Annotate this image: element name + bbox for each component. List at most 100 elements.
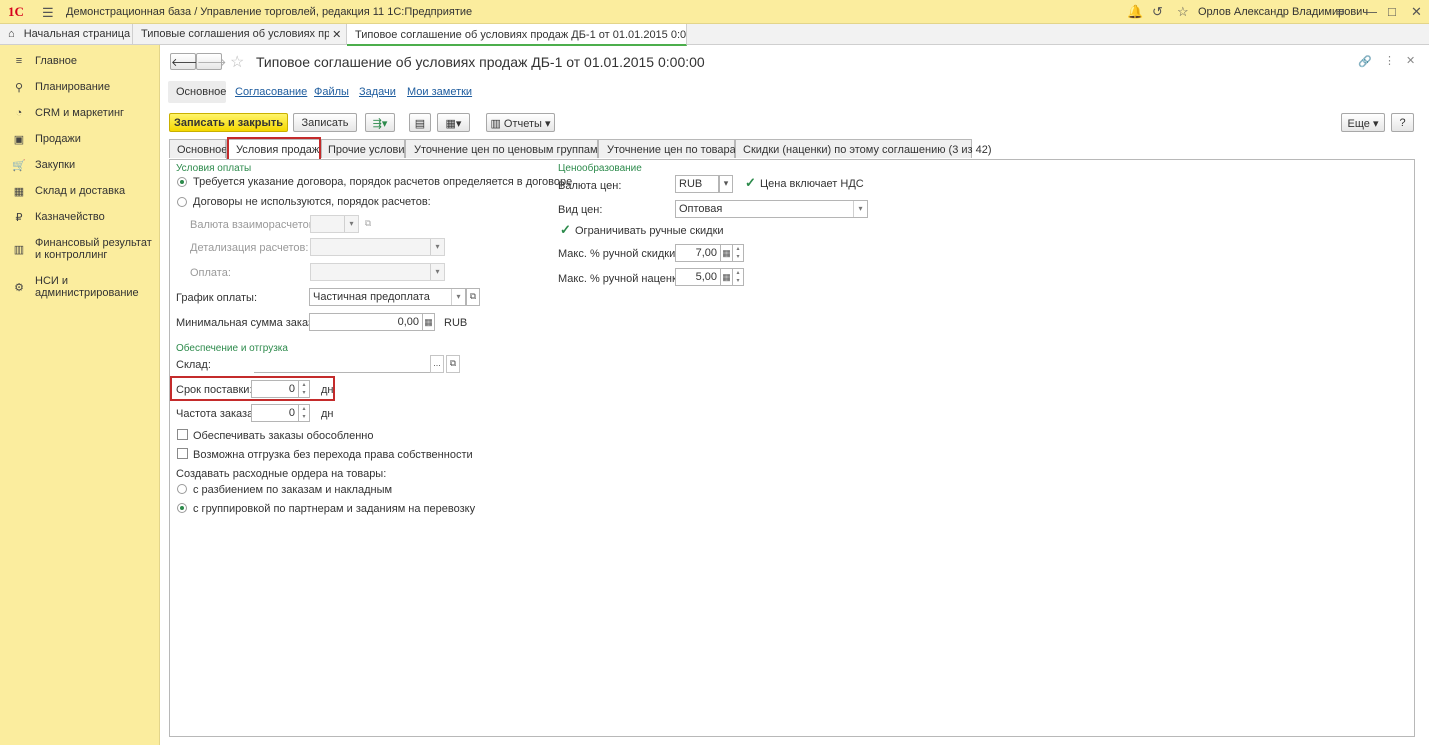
tab-main[interactable]: Основное	[169, 139, 227, 158]
checkbox-separate-orders[interactable]	[177, 429, 188, 440]
price-currency-label: Валюта цен:	[558, 180, 622, 192]
forward-button[interactable]: 🡒	[196, 53, 227, 70]
nav-link-main[interactable]: Основное	[176, 86, 226, 98]
close-window-icon[interactable]: ✕	[1411, 4, 1422, 20]
more-button[interactable]: Еще ▾	[1341, 113, 1385, 132]
radio-no-contract[interactable]	[177, 197, 187, 207]
min-order-currency: RUB	[444, 317, 468, 329]
open-icon[interactable]: ⧉	[361, 215, 375, 233]
calculator-icon[interactable]: ▦	[721, 244, 733, 262]
tab-discounts[interactable]: Скидки (наценки) по этому соглашению (3 …	[735, 139, 992, 158]
radio-group-orders[interactable]	[177, 503, 187, 513]
close-form-icon[interactable]: ✕	[1406, 54, 1415, 67]
settings-menu-icon[interactable]: ≡	[1337, 4, 1345, 19]
stepper-icon[interactable]: ▴ ▾	[299, 404, 310, 422]
max-discount-field[interactable]: 7,00	[675, 244, 721, 262]
sales-icon: ▣	[13, 134, 25, 146]
separate-orders-label: Обеспечивать заказы обособленно	[193, 430, 374, 442]
calculator-icon[interactable]: ▦	[721, 268, 733, 286]
nav-link-tasks[interactable]: Задачи	[359, 86, 396, 98]
dropdown-icon: ▾	[430, 264, 444, 280]
sidebar: ≡ Главное ⚲ Планирование ◔ CRM и маркети…	[0, 45, 160, 745]
form-area: 🡐 🡒 ☆ Типовое соглашение об условиях про…	[168, 45, 1429, 745]
dropdown-icon: ▾	[430, 239, 444, 255]
history-icon[interactable]: ↺	[1152, 4, 1163, 20]
planning-icon: ⚲	[14, 82, 24, 94]
document-icon[interactable]: ▤	[409, 113, 431, 132]
payment-schedule-label: График оплаты:	[176, 292, 258, 304]
price-type-field[interactable]: Оптовая ▾	[675, 200, 868, 218]
reports-icon: ▥	[490, 118, 501, 130]
star-icon[interactable]: ☆	[1177, 4, 1189, 20]
pie-chart-icon: ◔	[15, 107, 23, 119]
tab-other-terms[interactable]: Прочие условия	[321, 139, 410, 158]
warehouse-field[interactable]	[254, 355, 430, 373]
settlement-detail-field[interactable]: ▾	[310, 238, 445, 256]
tab-price-goods[interactable]: Уточнение цен по товарам	[598, 139, 743, 158]
payment-schedule-field[interactable]: Частичная предоплата ▾	[309, 288, 466, 306]
bell-icon[interactable]: 🔔	[1127, 4, 1143, 20]
home-icon: ⌂	[8, 28, 15, 40]
checkbox-limit-manual-discounts[interactable]: ✓	[560, 223, 571, 236]
close-tab-icon[interactable]: ✕	[332, 29, 341, 41]
settlement-detail-label: Детализация расчетов:	[190, 242, 309, 254]
price-type-label: Вид цен:	[558, 204, 603, 216]
expense-orders-label: Создавать расходные ордера на товары:	[176, 468, 387, 480]
order-frequency-unit: дн	[321, 408, 334, 420]
tab-price-groups[interactable]: Уточнение цен по ценовым группам (2)	[405, 139, 614, 158]
payment-field[interactable]: ▾	[310, 263, 445, 281]
reports-button[interactable]: ▥ Отчеты ▾	[486, 113, 555, 132]
open-icon[interactable]: ⧉	[466, 288, 480, 306]
minimize-icon[interactable]: —	[1364, 4, 1377, 19]
ruble-icon: ₽	[15, 212, 23, 224]
nav-link-files[interactable]: Файлы	[314, 86, 349, 98]
min-order-field[interactable]: 0,00	[309, 313, 423, 331]
radio-contract-required[interactable]	[177, 177, 187, 187]
group-title-shipping: Обеспечение и отгрузка	[176, 343, 288, 354]
price-currency-field[interactable]: RUB	[675, 175, 719, 193]
checkbox-ship-without-ownership[interactable]	[177, 448, 188, 459]
warehouse-icon: ▦	[13, 186, 25, 198]
save-and-close-button[interactable]: Записать и закрыть	[169, 113, 288, 132]
radio-group-orders-label: с группировкой по партнерам и заданиям н…	[193, 503, 476, 515]
help-button[interactable]: ?	[1391, 113, 1414, 132]
nav-link-approval[interactable]: Согласование	[235, 86, 307, 98]
save-button[interactable]: Записать	[293, 113, 357, 132]
radio-contract-required-label: Требуется указание договора, порядок рас…	[193, 176, 573, 188]
link-icon[interactable]: 🔗	[1358, 55, 1372, 68]
back-button[interactable]: 🡐	[170, 53, 201, 70]
tab-agreements-list[interactable]: Типовые соглашения об условиях продаж ✕	[133, 24, 347, 45]
favorite-star-icon[interactable]: ☆	[230, 52, 244, 72]
radio-split-orders[interactable]	[177, 484, 187, 494]
delivery-term-field[interactable]: 0	[251, 380, 299, 398]
dropdown-icon[interactable]: ▾	[719, 175, 733, 193]
settlement-currency-label: Валюта взаиморасчетов:	[190, 219, 318, 231]
hamburger-menu-icon[interactable]: ☰	[42, 5, 54, 21]
dropdown-icon[interactable]: ▾	[451, 289, 465, 305]
tab-home[interactable]: ⌂ Начальная страница	[0, 24, 133, 45]
open-icon[interactable]: ⧉	[446, 355, 460, 373]
nav-link-notes[interactable]: Мои заметки	[407, 86, 472, 98]
calculator-icon[interactable]: ▦	[423, 313, 435, 331]
min-order-label: Минимальная сумма заказа:	[176, 317, 323, 329]
stepper-icon[interactable]: ▴ ▾	[733, 244, 744, 262]
payment-label: Оплата:	[190, 267, 231, 279]
order-frequency-field[interactable]: 0	[251, 404, 299, 422]
cart-icon: 🛒	[12, 160, 26, 172]
max-markup-label: Макс. % ручной наценки:	[558, 273, 686, 285]
stepper-icon[interactable]: ▴ ▾	[299, 380, 310, 398]
settlement-currency-field[interactable]: ▾	[310, 215, 359, 233]
dropdown-icon: ▾	[344, 216, 358, 232]
maximize-icon[interactable]: □	[1388, 4, 1396, 19]
print-menu-button[interactable]: ▦▾	[437, 113, 470, 132]
dropdown-icon[interactable]: ▾	[853, 201, 867, 217]
max-markup-field[interactable]: 5,00	[675, 268, 721, 286]
radio-split-orders-label: с разбиением по заказам и накладным	[193, 484, 393, 496]
checkbox-vat-included[interactable]: ✓	[745, 176, 756, 189]
select-ellipsis-button[interactable]: ...	[430, 355, 444, 373]
create-based-on-button[interactable]: ⇶▾	[365, 113, 395, 132]
more-vert-icon[interactable]: ⋮	[1384, 54, 1395, 67]
tab-agreement-form[interactable]: Типовое соглашение об условиях продаж ДБ…	[347, 24, 687, 46]
stepper-icon[interactable]: ▴ ▾	[733, 268, 744, 286]
limit-manual-label: Ограничивать ручные скидки	[575, 225, 724, 237]
